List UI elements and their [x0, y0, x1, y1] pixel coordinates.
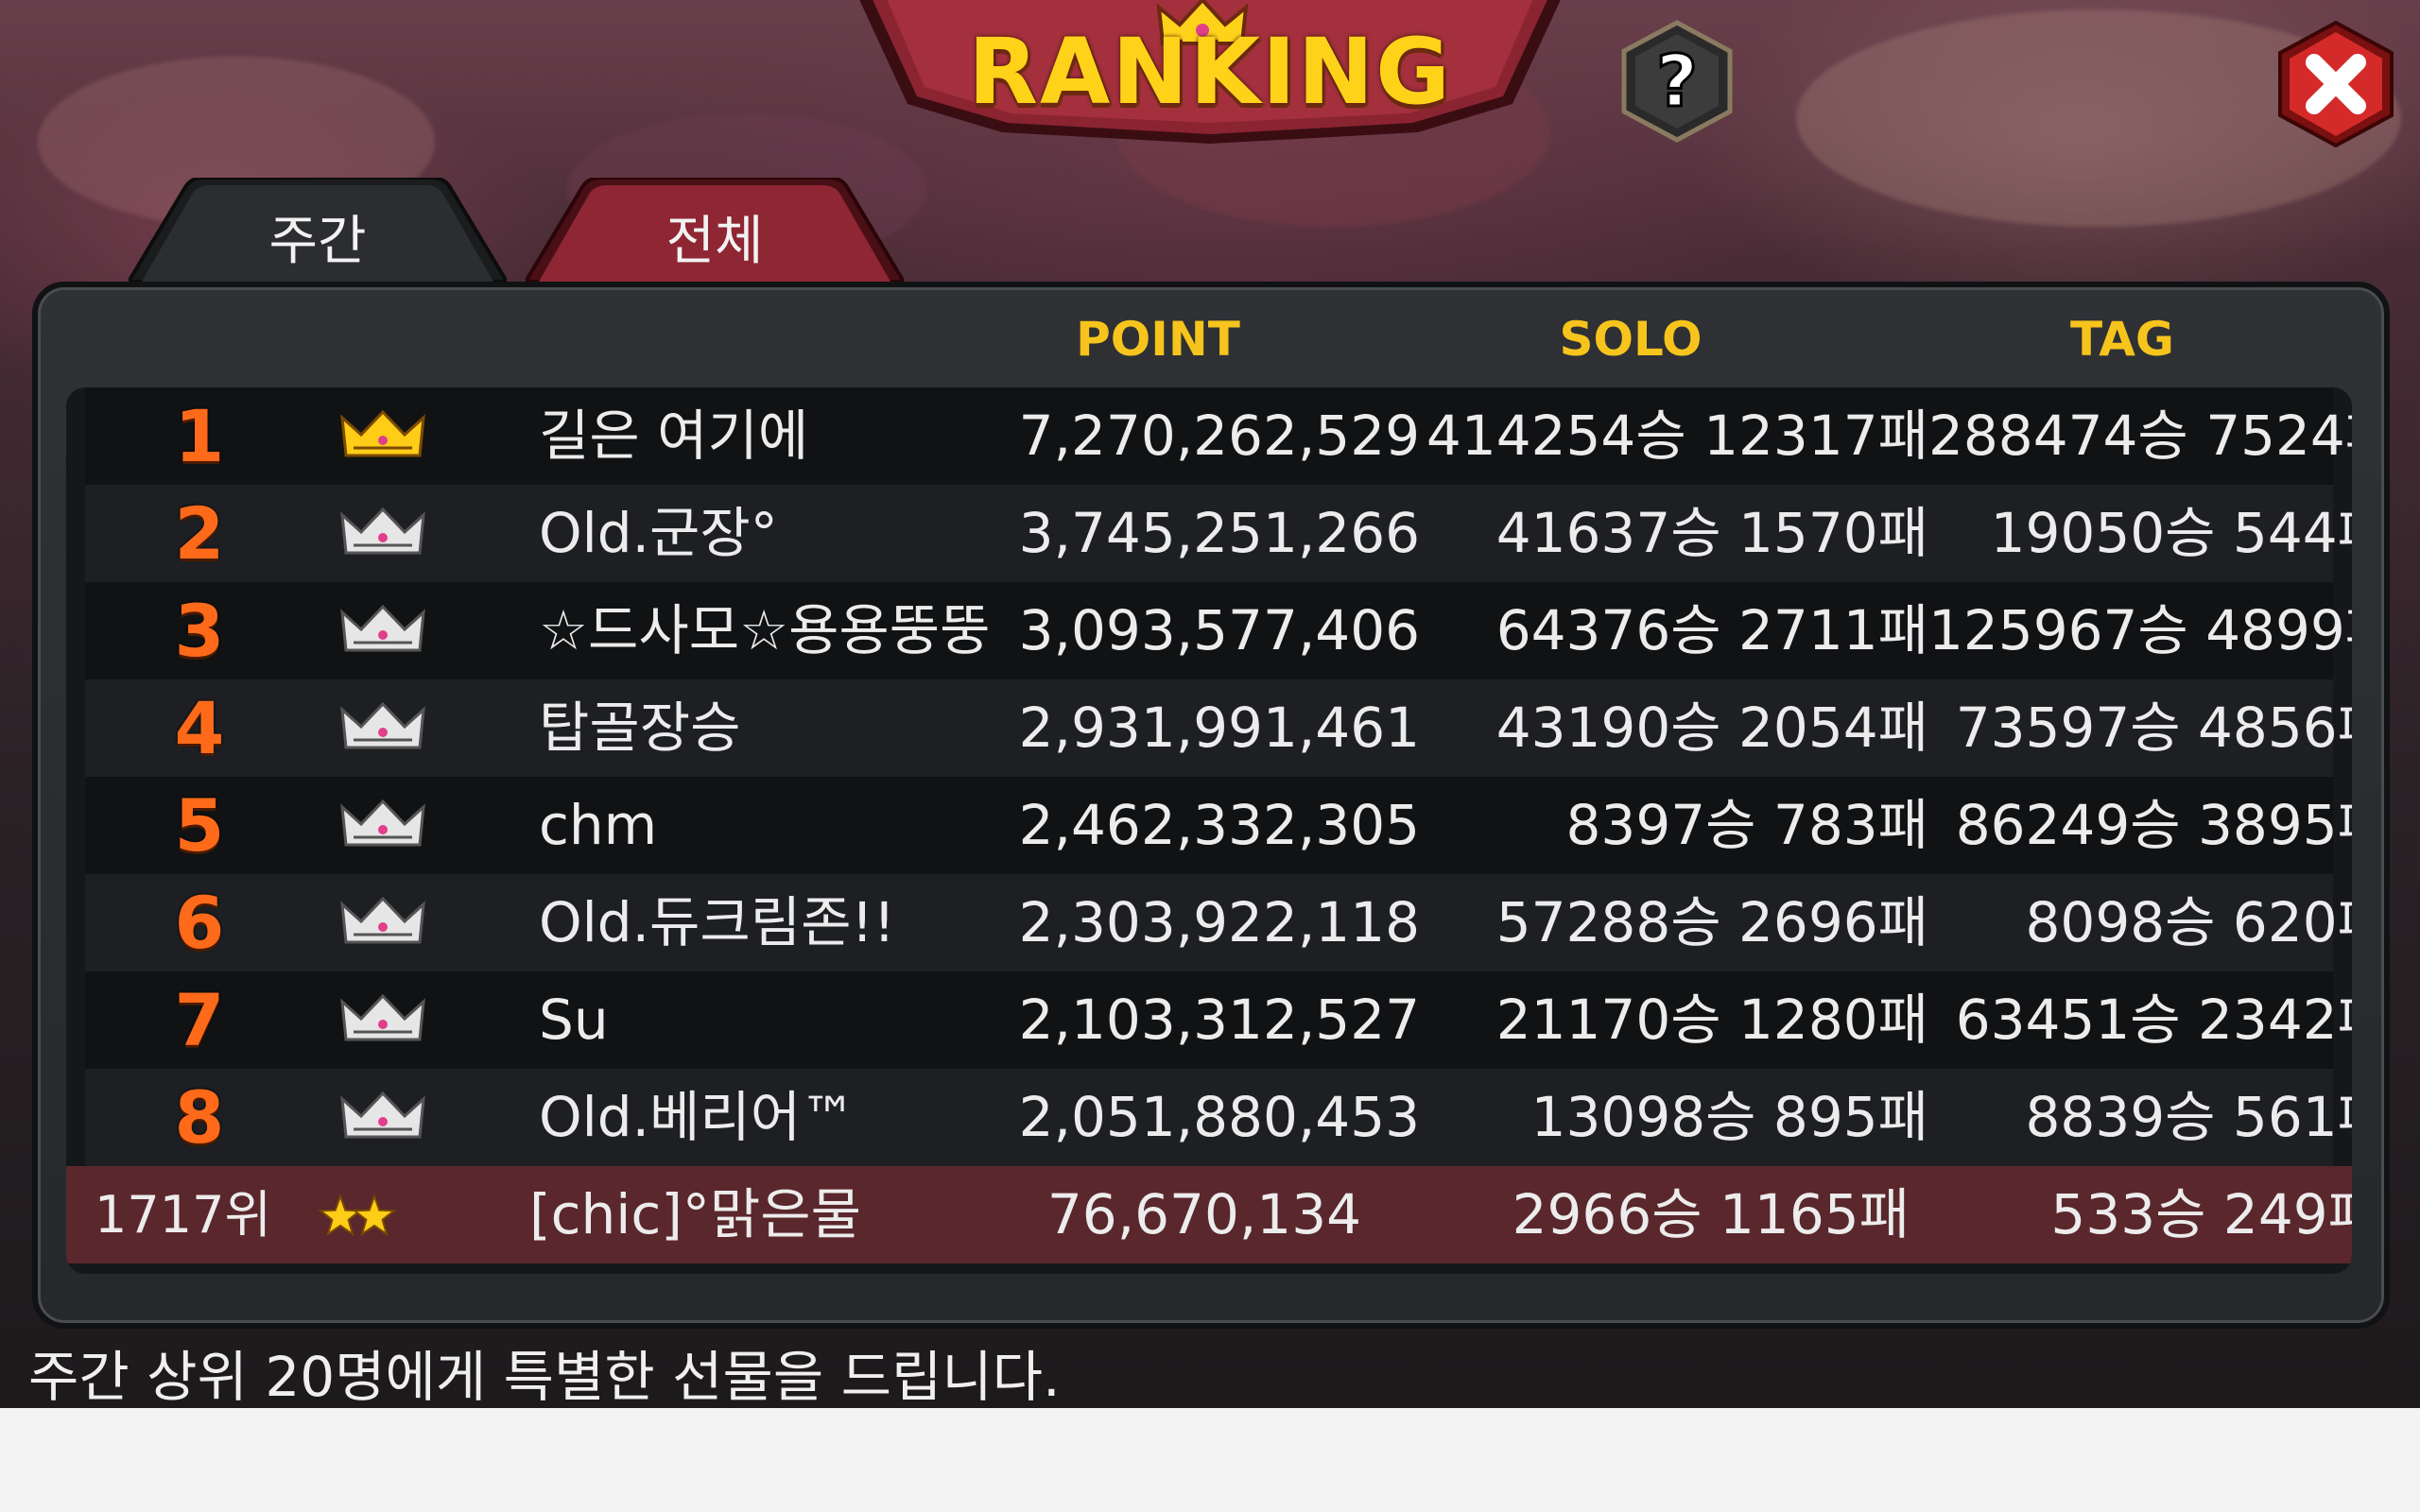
- page-title: RANKING: [968, 19, 1452, 125]
- player-solo-record: 57288승 2696패: [1495, 890, 1928, 954]
- player-point: 7,270,262,529: [1018, 404, 1420, 468]
- rank-number: 5: [174, 783, 225, 868]
- my-point: 76,670,134: [1046, 1182, 1361, 1246]
- player-name: chm: [539, 793, 658, 857]
- player-name: ☆드사모☆용용뚱뚱: [539, 598, 991, 662]
- player-point: 3,093,577,406: [1018, 598, 1420, 662]
- player-tag-record: 19050승 544패: [1990, 501, 2352, 565]
- silver-crown-icon: [340, 798, 425, 854]
- ranking-row[interactable]: 1 길은 여기에 7,270,262,529 414254승 12317패 288474…: [85, 387, 2352, 485]
- close-button[interactable]: [2276, 19, 2395, 149]
- rank-number: 6: [174, 881, 225, 965]
- bottom-bar: [0, 1408, 2420, 1512]
- player-point: 2,931,991,461: [1018, 696, 1420, 760]
- ranking-row[interactable]: 5 chm 2,462,332,305 8397승 783패 86249승 3895패: [85, 777, 2352, 874]
- player-name: Su: [539, 988, 609, 1052]
- player-solo-record: 43190승 2054패: [1495, 696, 1928, 760]
- ranking-row[interactable]: 2 Old.군장° 3,745,251,266 41637승 1570패 19050승 …: [85, 485, 2352, 582]
- silver-crown-icon: [340, 700, 425, 757]
- player-tag-record: 86249승 3895패: [1955, 793, 2352, 857]
- help-button[interactable]: ?: [1618, 19, 1736, 144]
- player-tag-record: 63451승 2342패: [1955, 988, 2352, 1052]
- player-tag-record: 288474승 7524패: [1928, 404, 2352, 468]
- player-tag-record: 8839승 561패: [2025, 1085, 2352, 1149]
- silver-crown-icon: [340, 603, 425, 660]
- player-name: Old.군장°: [539, 501, 778, 565]
- tab-weekly-label: 주간: [268, 211, 367, 272]
- ranking-row[interactable]: 4 탑골장승 2,931,991,461 43190승 2054패 73597승 485…: [85, 679, 2352, 777]
- player-solo-record: 21170승 1280패: [1495, 988, 1928, 1052]
- column-header-point: POINT: [1076, 312, 1240, 367]
- ranking-row[interactable]: 7 Su 2,103,312,527 21170승 1280패 63451승 2342패: [85, 971, 2352, 1069]
- player-point: 2,051,880,453: [1018, 1085, 1420, 1149]
- rank-number: 7: [174, 978, 225, 1062]
- tab-all-label: 전체: [666, 211, 764, 272]
- ranking-row[interactable]: 6 Old.듀크림존!! 2,303,922,118 57288승 2696패 8098…: [85, 874, 2352, 971]
- svg-text:?: ?: [1656, 39, 1698, 123]
- close-icon: [2278, 20, 2394, 148]
- silver-crown-icon: [340, 992, 425, 1049]
- player-solo-record: 13098승 895패: [1530, 1085, 1928, 1149]
- silver-crown-icon: [340, 1090, 425, 1146]
- ranking-row[interactable]: 8 Old.베리어™ 2,051,880,453 13098승 895패 8839승 5…: [85, 1069, 2352, 1166]
- player-tag-record: 73597승 4856패: [1955, 696, 2352, 760]
- silver-crown-icon: [340, 506, 425, 562]
- player-name: 길은 여기에: [539, 404, 809, 468]
- player-point: 2,103,312,527: [1018, 988, 1420, 1052]
- my-rank: 1717위: [95, 1185, 272, 1245]
- my-tag-record: 533승 249패: [2050, 1182, 2352, 1246]
- player-name: Old.베리어™: [539, 1085, 856, 1149]
- game-background: RANKING ? 주간 전체 POINT SOLO TAG 1 길은 여기에 …: [0, 0, 2420, 1408]
- player-point: 2,462,332,305: [1018, 793, 1420, 857]
- player-tag-record: 125967승 4899패: [1928, 598, 2352, 662]
- my-ranking-row[interactable]: 1717위 [chic]°맑은물 76,670,134 2966승 1165패 533승…: [66, 1166, 2352, 1263]
- player-solo-record: 64376승 2711패: [1495, 598, 1928, 662]
- column-header-solo: SOLO: [1559, 312, 1703, 367]
- rank-number: 4: [174, 686, 225, 770]
- ranking-list: 1 길은 여기에 7,270,262,529 414254승 12317패 288474…: [66, 387, 2352, 1274]
- rank-number: 8: [174, 1075, 225, 1160]
- player-solo-record: 414254승 12317패: [1426, 404, 1928, 468]
- column-header-tag: TAG: [2070, 312, 2174, 367]
- player-name: 탑골장승: [539, 696, 741, 760]
- player-tag-record: 8098승 620패: [2025, 890, 2352, 954]
- tab-all[interactable]: 전체: [522, 176, 908, 284]
- title-banner: RANKING: [851, 0, 1569, 161]
- my-name: [chic]°맑은물: [529, 1182, 861, 1246]
- ranking-row[interactable]: 3 ☆드사모☆용용뚱뚱 3,093,577,406 64376승 2711패 12596…: [85, 582, 2352, 679]
- player-solo-record: 8397승 783패: [1565, 793, 1928, 857]
- rank-number: 3: [174, 589, 225, 673]
- rank-number: 1: [174, 394, 225, 478]
- footer-notice: 주간 상위 20명에게 특별한 선물을 드립니다.: [28, 1345, 1061, 1408]
- player-point: 3,745,251,266: [1018, 501, 1420, 565]
- question-icon: ?: [1621, 20, 1733, 143]
- my-solo-record: 2966승 1165패: [1512, 1182, 1910, 1246]
- tab-weekly[interactable]: 주간: [125, 176, 510, 284]
- silver-crown-icon: [340, 895, 425, 952]
- rank-number: 2: [174, 491, 225, 576]
- player-solo-record: 41637승 1570패: [1495, 501, 1928, 565]
- gold-crown-icon: [340, 408, 425, 465]
- player-name: Old.듀크림존!!: [539, 890, 895, 954]
- player-point: 2,303,922,118: [1018, 890, 1420, 954]
- two-stars-icon: [316, 1187, 401, 1244]
